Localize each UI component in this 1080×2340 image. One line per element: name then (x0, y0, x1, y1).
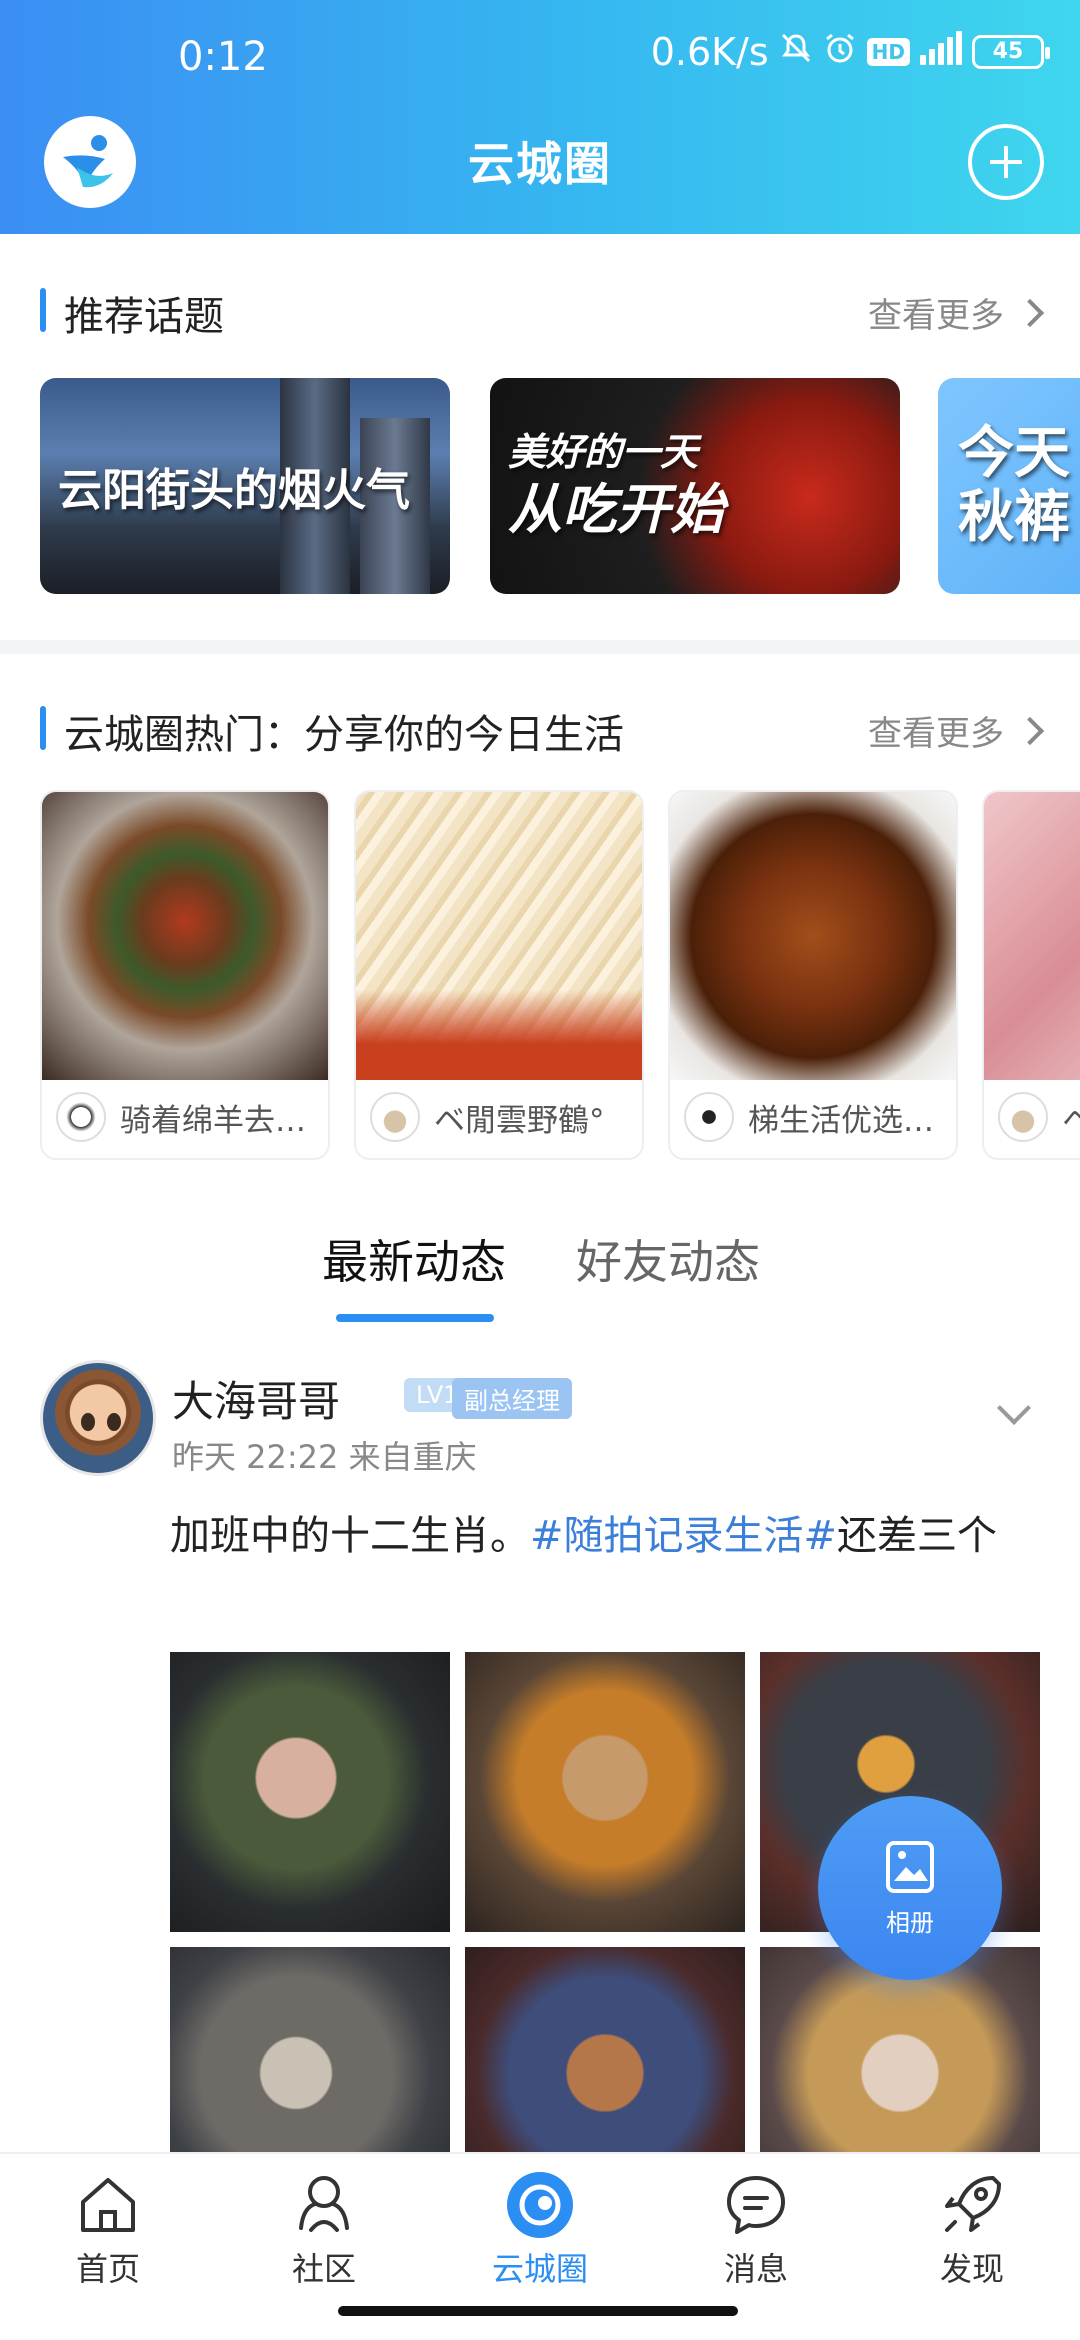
post-image (42, 792, 328, 1080)
card-footer: 梯生活优选… (670, 1076, 956, 1158)
hot-post-card[interactable]: ヘ (982, 790, 1080, 1160)
hashtag-link[interactable]: #随拍记录生活# (530, 1513, 837, 1559)
chevron-right-icon (1015, 298, 1045, 327)
topics-title: 推荐话题 (64, 294, 224, 340)
post-image[interactable] (465, 1652, 745, 1932)
album-icon (886, 1840, 934, 1893)
nav-label: 社区 (291, 2250, 356, 2288)
avatar-eye (107, 1413, 121, 1431)
nav-item-yunchengquan[interactable]: 云城圈 (460, 2170, 620, 2290)
post-image (356, 792, 642, 1080)
tab-latest[interactable]: 最新动态 (322, 1226, 506, 1292)
topic-caption: 今天 秋裤 (938, 378, 1080, 594)
nav-label: 消息 (723, 2250, 788, 2288)
topic-text-line2: 从吃开始 (508, 478, 724, 541)
section-accent-bar (40, 706, 46, 750)
avatar-eye (81, 1413, 95, 1431)
alarm-icon (823, 30, 857, 74)
avatar (370, 1092, 420, 1142)
status-time: 0:12 (178, 34, 268, 80)
hot-post-card[interactable]: 梯生活优选… (668, 790, 958, 1160)
hot-header: 云城圈热门：分享你的今日生活 查看更多 (0, 686, 1080, 766)
topics-header: 推荐话题 查看更多 (0, 268, 1080, 348)
card-footer: ヘ (984, 1076, 1080, 1158)
chevron-right-icon (1015, 716, 1045, 745)
author-name: ベ閒雲野鶴° (434, 1102, 605, 1139)
post-author[interactable]: 大海哥哥 (172, 1368, 340, 1429)
album-button[interactable]: 相册 (818, 1796, 1002, 1980)
topics-carousel[interactable]: 云阳街头的烟火气 美好的一天 从吃开始 今天 秋裤 (40, 378, 1080, 596)
active-tab-indicator (336, 1314, 494, 1322)
topic-caption: 美好的一天 从吃开始 (490, 378, 900, 594)
status-bar: 0:12 0.6K/s HD 45 (0, 0, 1080, 120)
topic-text-line1: 今天 (958, 420, 1070, 486)
hot-title: 云城圈热门：分享你的今日生活 (64, 712, 624, 758)
post-image (984, 792, 1080, 1080)
home-icon (81, 2178, 135, 2232)
avatar (998, 1092, 1048, 1142)
chevron-down-icon[interactable] (997, 1391, 1031, 1425)
topic-text: 云阳街头的烟火气 (58, 465, 410, 516)
topics-more-link[interactable]: 查看更多 (868, 288, 1045, 337)
author-name: 骑着绵羊去… (120, 1102, 306, 1139)
page-title: 云城圈 (468, 137, 612, 191)
topic-card[interactable]: 美好的一天 从吃开始 (490, 378, 900, 594)
role-badge: 副总经理 (452, 1378, 572, 1419)
nav-label: 发现 (939, 2250, 1004, 2288)
post-text-body: 加班中的十二生肖。 (170, 1513, 530, 1559)
author-name: 梯生活优选… (748, 1102, 934, 1139)
post-meta: 昨天 22:22 来自重庆 (172, 1438, 477, 1476)
community-icon (299, 2176, 349, 2232)
tab-friends[interactable]: 好友动态 (576, 1226, 760, 1292)
nav-item-discover[interactable]: 发现 (892, 2170, 1052, 2290)
nav-item-community[interactable]: 社区 (244, 2170, 404, 2290)
hot-post-card[interactable]: ベ閒雲野鶴° (354, 790, 644, 1160)
nav-item-messages[interactable]: 消息 (676, 2170, 836, 2290)
author-name: ヘ (1062, 1095, 1080, 1140)
message-icon (727, 2176, 785, 2234)
card-footer: ベ閒雲野鶴° (356, 1076, 642, 1158)
avatar[interactable] (40, 1360, 156, 1476)
post-image[interactable] (170, 1652, 450, 1932)
plus-circle-icon[interactable] (968, 124, 1044, 200)
hot-more-label: 查看更多 (868, 714, 1004, 754)
topic-card[interactable]: 今天 秋裤 (938, 378, 1080, 594)
album-label: 相册 (886, 1908, 934, 1937)
feed-tabs: 最新动态 好友动态 (0, 1226, 1080, 1336)
battery-icon: 45 (972, 35, 1050, 69)
avatar (56, 1092, 106, 1142)
avatar (684, 1092, 734, 1142)
hot-more-link[interactable]: 查看更多 (868, 706, 1045, 755)
hd-badge: HD (866, 38, 910, 66)
section-divider (0, 640, 1080, 654)
topic-card[interactable]: 云阳街头的烟火气 (40, 378, 450, 594)
post-image (670, 792, 956, 1080)
hot-post-card[interactable]: 骑着绵羊去… (40, 790, 330, 1160)
nav-item-home[interactable]: 首页 (28, 2170, 188, 2290)
post-text-tail: 还差三个 (837, 1513, 998, 1559)
section-accent-bar (40, 288, 46, 332)
mute-icon (779, 30, 813, 74)
rocket-icon (945, 2176, 1001, 2232)
feed-post: 大海哥哥 LV11 副总经理 昨天 22:22 来自重庆 加班中的十二生肖。#随… (0, 1356, 1080, 2227)
network-speed: 0.6K/s (650, 30, 769, 74)
status-icons: 0.6K/s HD 45 (650, 30, 1050, 74)
topic-text-line1: 美好的一天 (508, 429, 699, 474)
cloud-circle-icon (507, 2172, 573, 2238)
home-indicator[interactable] (338, 2306, 738, 2316)
topic-text-line2: 秋裤 (958, 485, 1070, 550)
topics-more-label: 查看更多 (868, 296, 1004, 336)
nav-label: 首页 (75, 2250, 140, 2288)
signal-icon (920, 30, 962, 74)
post-text: 加班中的十二生肖。#随拍记录生活#还差三个 (170, 1500, 1020, 1572)
topic-caption: 云阳街头的烟火气 (40, 378, 450, 594)
app-header: 0:12 0.6K/s HD 45 云城圈 (0, 0, 1080, 234)
hot-carousel[interactable]: 骑着绵羊去… ベ閒雲野鶴° 梯生活优选… ヘ (40, 790, 1080, 1162)
nav-label: 云城圈 (491, 2250, 588, 2288)
card-footer: 骑着绵羊去… (42, 1076, 328, 1158)
